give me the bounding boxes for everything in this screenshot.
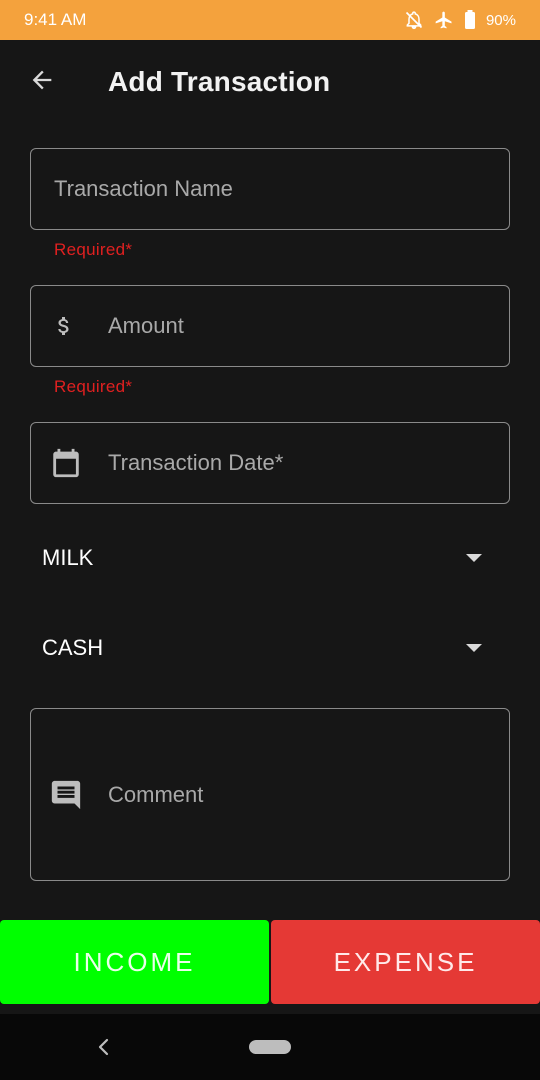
status-bar: 9:41 AM 90% bbox=[0, 0, 540, 40]
income-button[interactable]: INCOME bbox=[0, 920, 269, 1004]
amount-error: Required* bbox=[54, 377, 133, 396]
payment-method-select[interactable]: CASH bbox=[42, 628, 498, 668]
transaction-name-placeholder: Transaction Name bbox=[54, 176, 233, 201]
amount-placeholder: Amount bbox=[108, 313, 184, 338]
transaction-date-field[interactable]: Transaction Date* bbox=[30, 422, 510, 504]
comment-field[interactable]: Comment bbox=[30, 708, 510, 881]
category-select[interactable]: MILK bbox=[42, 538, 498, 578]
nav-back-icon[interactable] bbox=[96, 1038, 112, 1061]
calendar-icon bbox=[49, 443, 83, 483]
nav-home-button[interactable] bbox=[249, 1040, 291, 1054]
bell-off-icon bbox=[404, 10, 424, 30]
dollar-icon bbox=[49, 306, 79, 346]
expense-button[interactable]: EXPENSE bbox=[271, 920, 540, 1004]
status-time: 9:41 AM bbox=[24, 10, 87, 29]
chevron-down-icon bbox=[466, 644, 482, 652]
payment-method-value: CASH bbox=[42, 635, 104, 660]
page-title: Add Transaction bbox=[108, 66, 331, 97]
back-arrow-icon bbox=[28, 66, 56, 99]
battery-icon bbox=[464, 10, 476, 30]
system-nav-bar bbox=[0, 1014, 540, 1080]
comment-placeholder: Comment bbox=[108, 781, 204, 807]
status-icons: 90% bbox=[404, 10, 516, 30]
category-value: MILK bbox=[42, 545, 94, 570]
app-bar: Add Transaction bbox=[0, 40, 540, 126]
amount-field[interactable]: Amount bbox=[30, 285, 510, 367]
airplane-icon bbox=[434, 10, 454, 30]
battery-level: 90% bbox=[485, 11, 516, 29]
comment-icon bbox=[49, 775, 83, 815]
transaction-name-field[interactable]: Transaction Name bbox=[30, 148, 510, 230]
transaction-date-placeholder: Transaction Date* bbox=[108, 450, 284, 475]
back-button[interactable] bbox=[22, 62, 62, 102]
transaction-name-error: Required* bbox=[54, 240, 133, 259]
chevron-down-icon bbox=[466, 554, 482, 562]
